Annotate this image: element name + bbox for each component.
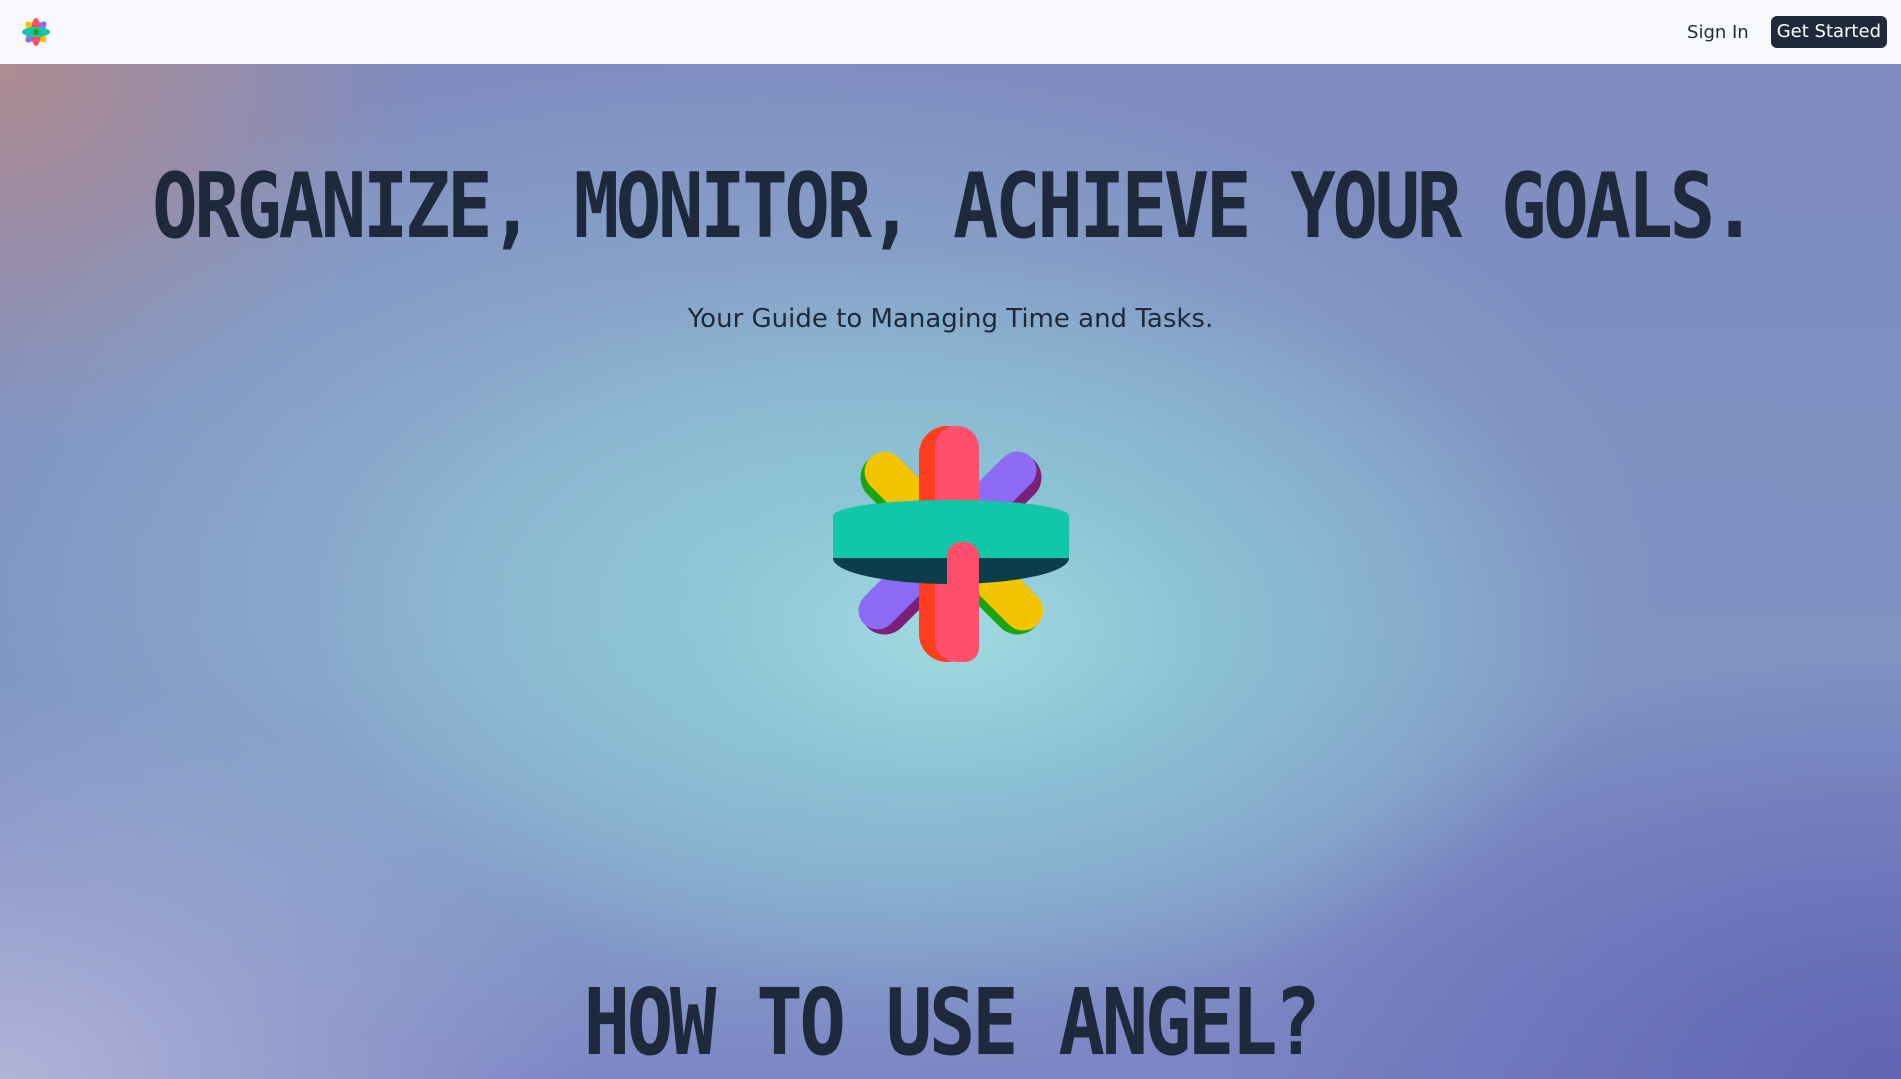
hero-section: ORGANIZE, MONITOR, ACHIEVE YOUR GOALS. Y… <box>0 64 1901 1079</box>
top-navbar: Sign In Get Started <box>0 0 1901 64</box>
rainbow-flower-icon <box>22 18 50 46</box>
sign-in-link[interactable]: Sign In <box>1687 22 1749 43</box>
hero-title: ORGANIZE, MONITOR, ACHIEVE YOUR GOALS. <box>152 154 1757 259</box>
home-logo-link[interactable] <box>20 16 52 48</box>
get-started-button[interactable]: Get Started <box>1770 16 1887 48</box>
how-to-use-heading: HOW TO USE ANGEL? <box>583 969 1321 1076</box>
nav-actions: Sign In Get Started <box>1687 16 1887 48</box>
rainbow-ring-flower-icon <box>833 426 1069 662</box>
hero-subtitle: Your Guide to Managing Time and Tasks. <box>687 304 1214 334</box>
